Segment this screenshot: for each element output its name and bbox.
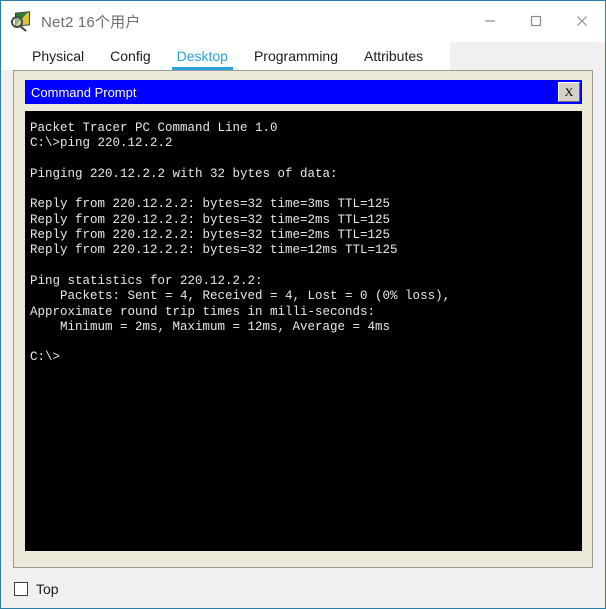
command-prompt-close-button[interactable]: X [558, 82, 580, 102]
tab-desktop-label: Desktop [176, 48, 228, 64]
tab-strip: Physical Config Desktop Programming Attr… [1, 42, 451, 70]
desktop-panel: Command Prompt X Packet Tracer PC Comman… [13, 70, 593, 568]
tab-physical[interactable]: Physical [19, 42, 97, 70]
tab-strip-row: Physical Config Desktop Programming Attr… [1, 42, 605, 70]
terminal-output-area[interactable]: Packet Tracer PC Command Line 1.0 C:\>pi… [25, 111, 582, 551]
top-checkbox-label: Top [36, 581, 59, 597]
command-prompt-title: Command Prompt [31, 84, 137, 100]
packet-tracer-device-window: Net2 16个用户 Physical Config Desktop Progr… [0, 0, 606, 609]
window-title: Net2 16个用户 [41, 13, 141, 31]
packet-tracer-icon [11, 10, 33, 32]
tab-attributes-label: Attributes [364, 48, 424, 64]
top-checkbox[interactable] [14, 582, 28, 596]
tab-attributes[interactable]: Attributes [351, 42, 436, 70]
window-controls [467, 1, 605, 41]
maximize-icon[interactable] [513, 1, 559, 41]
command-prompt-titlebar: Command Prompt X [25, 80, 582, 104]
tab-programming[interactable]: Programming [241, 42, 351, 70]
close-icon[interactable] [559, 1, 605, 41]
command-prompt-window: Command Prompt X Packet Tracer PC Comman… [25, 80, 582, 558]
minimize-icon[interactable] [467, 1, 513, 41]
tab-physical-label: Physical [32, 48, 85, 64]
tab-config[interactable]: Config [97, 42, 163, 70]
desktop-panel-area: Command Prompt X Packet Tracer PC Comman… [1, 70, 605, 608]
tab-programming-label: Programming [253, 48, 338, 64]
window-titlebar: Net2 16个用户 [1, 1, 605, 42]
tab-desktop[interactable]: Desktop [164, 42, 241, 70]
bottom-bar: Top [1, 570, 605, 608]
terminal-text: Packet Tracer PC Command Line 1.0 C:\>pi… [30, 121, 451, 365]
tab-config-label: Config [110, 48, 151, 64]
